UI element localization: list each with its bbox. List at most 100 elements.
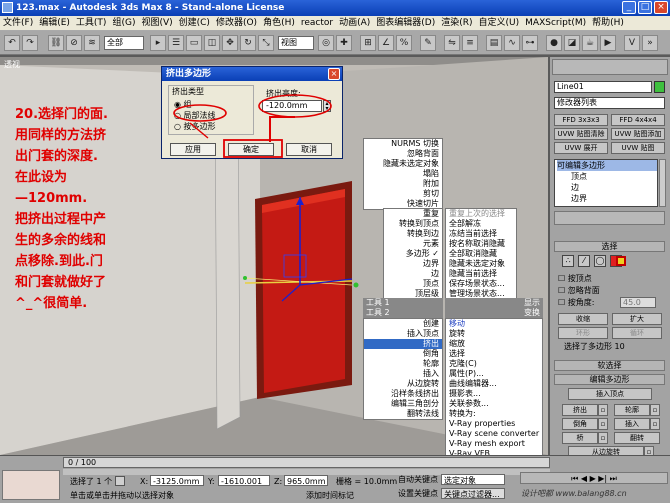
quad-item[interactable]: 插入 xyxy=(364,369,442,379)
inset-button[interactable]: 插入 xyxy=(614,418,650,430)
quad-item[interactable]: 塌陷 xyxy=(364,169,442,179)
z-coordinate-field[interactable]: 965.0mm xyxy=(284,475,328,486)
quad-item[interactable]: 属性(P)... xyxy=(446,369,542,379)
menu-tools[interactable]: 工具(T) xyxy=(73,16,110,31)
quad-item[interactable]: 忽略背面 xyxy=(364,149,442,159)
radio-by-polygon[interactable]: ○ 按多边形 xyxy=(174,121,216,132)
menu-character[interactable]: 角色(H) xyxy=(260,16,298,31)
shrink-button[interactable]: 收缩 xyxy=(558,313,608,325)
ok-button[interactable]: 确定 xyxy=(228,143,274,156)
quad-item[interactable]: 保存场景状态... xyxy=(446,279,516,289)
select-by-name-icon[interactable]: ☰ xyxy=(168,35,184,51)
stack-item-border[interactable]: 边界 xyxy=(557,193,657,204)
time-slider[interactable]: 0 / 100 xyxy=(63,457,550,468)
playback-controls[interactable]: ⏮ ◀ ▶ ▶| ⏭ xyxy=(520,472,668,484)
add-time-tag[interactable]: 添加时间标记 xyxy=(306,490,354,501)
menu-modifiers[interactable]: 修改器(O) xyxy=(213,16,260,31)
quad-item[interactable]: 冻结当前选择 xyxy=(446,229,516,239)
named-selection-icon[interactable]: ✎ xyxy=(420,35,436,51)
uvw-clear-button[interactable]: UVW 贴图清除 xyxy=(554,128,608,140)
rectangular-selection-icon[interactable]: ▭ xyxy=(186,35,202,51)
quad-item[interactable]: 编辑三角剖分 xyxy=(364,399,442,409)
uvw-add-button[interactable]: UVW 贴图添加 xyxy=(611,128,665,140)
cancel-button[interactable]: 取消 xyxy=(286,143,332,156)
quad-item[interactable]: 创建 xyxy=(364,319,442,329)
close-button[interactable]: × xyxy=(654,1,668,14)
rollout-selection-header[interactable]: 选择 xyxy=(554,241,665,252)
quad-item[interactable]: 重复 xyxy=(384,209,442,219)
uvw-map-button[interactable]: UVW 贴图 xyxy=(611,142,665,154)
quad-item[interactable]: 附加 xyxy=(364,179,442,189)
menu-create[interactable]: 创建(C) xyxy=(176,16,213,31)
select-object-icon[interactable]: ▸ xyxy=(150,35,166,51)
element-mode-icon[interactable] xyxy=(616,256,626,266)
quad-item[interactable]: 顶点 xyxy=(384,279,442,289)
maximize-button[interactable]: □ xyxy=(638,1,652,14)
quad-item[interactable]: 元素 xyxy=(384,239,442,249)
hinge-from-edge-button[interactable]: 从边旋转 xyxy=(568,446,644,455)
select-rotate-icon[interactable]: ↻ xyxy=(240,35,256,51)
quad-item[interactable]: 隐藏未选定对象 xyxy=(364,159,442,169)
menu-rendering[interactable]: 渲染(R) xyxy=(438,16,475,31)
select-manipulate-icon[interactable]: ✚ xyxy=(336,35,352,51)
quad-item[interactable]: V-Ray properties xyxy=(446,419,542,429)
key-filters-button[interactable]: 关键点过滤器... xyxy=(441,488,505,499)
quad-item[interactable]: 按名称取消隐藏 xyxy=(446,239,516,249)
height-spinner[interactable]: ▴ ▾ xyxy=(323,100,331,112)
snap-toggle-icon[interactable]: ⊞ xyxy=(360,35,376,51)
menu-file[interactable]: 文件(F) xyxy=(0,16,36,31)
by-vertex-checkbox[interactable]: ☐ 按顶点 xyxy=(558,273,592,284)
menu-maxscript[interactable]: MAXScript(M) xyxy=(522,16,589,31)
bind-space-warp-icon[interactable]: ≋ xyxy=(84,35,100,51)
quad-item[interactable]: 关联参数... xyxy=(446,399,542,409)
rollout-soft-selection-header[interactable]: 软选择 xyxy=(554,360,665,371)
radio-group[interactable]: ◉ 组 xyxy=(174,99,192,110)
object-name-field[interactable]: Line01 xyxy=(554,81,652,93)
menu-help[interactable]: 帮助(H) xyxy=(589,16,627,31)
quad-item[interactable]: 曲线编辑器... xyxy=(446,379,542,389)
quad-item[interactable]: 轮廓 xyxy=(364,359,442,369)
quad-item[interactable]: 转换到顶点 xyxy=(384,219,442,229)
insert-vertex-button[interactable]: 插入顶点 xyxy=(568,388,652,400)
stack-item-vertex[interactable]: 顶点 xyxy=(557,171,657,182)
stack-item-edge[interactable]: 边 xyxy=(557,182,657,193)
bevel-settings-icon[interactable]: ▫ xyxy=(598,418,608,430)
select-move-icon[interactable]: ✥ xyxy=(222,35,238,51)
pivot-center-icon[interactable]: ◎ xyxy=(318,35,334,51)
hinge-settings-icon[interactable]: ▫ xyxy=(644,446,654,455)
quad-item[interactable]: 转换为: xyxy=(446,409,542,419)
quad-item[interactable]: 边界 xyxy=(384,259,442,269)
extrude-height-input[interactable]: -120.0mm xyxy=(262,100,322,112)
quad-item[interactable]: 选择 xyxy=(446,349,542,359)
maxscript-listener[interactable] xyxy=(2,470,60,500)
material-editor-icon[interactable]: ● xyxy=(546,35,562,51)
apply-button[interactable]: 应用 xyxy=(170,143,216,156)
quad-item[interactable]: 边 xyxy=(384,269,442,279)
menu-customize[interactable]: 自定义(U) xyxy=(476,16,523,31)
quad-item[interactable]: 多边形 ✓ xyxy=(384,249,442,259)
bevel-button[interactable]: 倒角 xyxy=(562,418,598,430)
vertex-mode-icon[interactable]: ∴ xyxy=(562,255,574,267)
percent-snap-icon[interactable]: % xyxy=(396,35,412,51)
angle-value-field[interactable]: 45.0 xyxy=(620,297,656,308)
uvw-unwrap-button[interactable]: UVW 展开 xyxy=(554,142,608,154)
extrude-button[interactable]: 挤出 xyxy=(562,404,598,416)
quad-item[interactable]: 隐藏当前选择 xyxy=(446,269,516,279)
extrude-settings-icon[interactable]: ▫ xyxy=(598,404,608,416)
quad-item[interactable]: 克隆(C) xyxy=(446,359,542,369)
quad-item[interactable]: NURMS 切换 xyxy=(364,139,442,149)
bridge-settings-icon[interactable]: ▫ xyxy=(598,432,608,444)
viewport-label[interactable]: 透视 xyxy=(4,59,20,70)
menu-graph-editors[interactable]: 图表编辑器(D) xyxy=(373,16,438,31)
quad-item[interactable]: V-Ray scene converter xyxy=(446,429,542,439)
quad-item[interactable]: 插入顶点 xyxy=(364,329,442,339)
rollout-edit-polygons-header[interactable]: 编辑多边形 xyxy=(554,374,665,385)
selection-filter-dropdown[interactable]: 全部 xyxy=(104,36,144,50)
quad-item[interactable]: 倒角 xyxy=(364,349,442,359)
grow-button[interactable]: 扩大 xyxy=(612,313,662,325)
inset-settings-icon[interactable]: ▫ xyxy=(650,418,660,430)
layer-manager-icon[interactable]: ▤ xyxy=(486,35,502,51)
stack-tools[interactable] xyxy=(554,211,665,225)
stack-item-editable-poly[interactable]: 可编辑多边形 xyxy=(557,160,657,171)
ffd-333-button[interactable]: FFD 3x3x3 xyxy=(554,114,608,126)
